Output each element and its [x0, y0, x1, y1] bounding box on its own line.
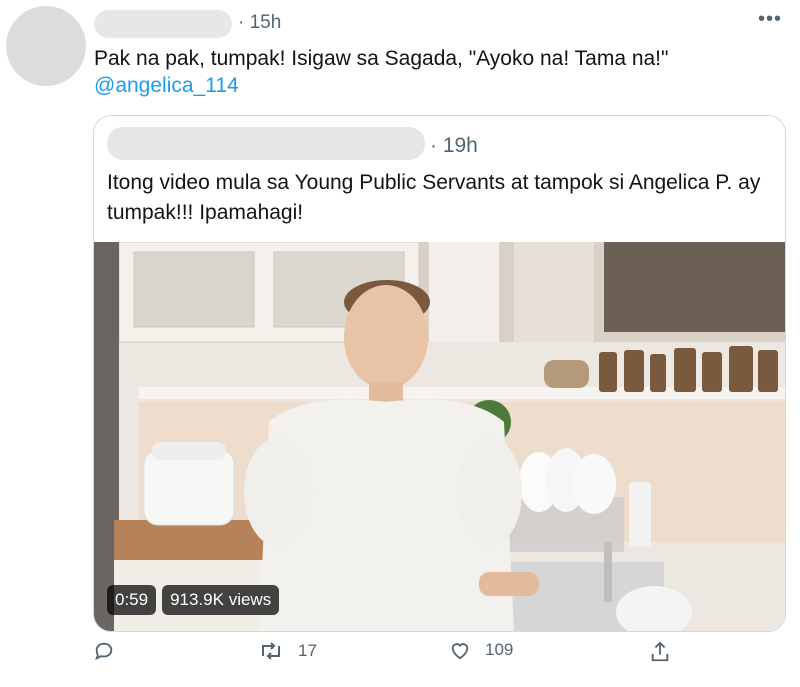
share-button[interactable]: [649, 640, 671, 664]
author-name-redacted[interactable]: [94, 10, 232, 38]
like-count: 109: [485, 640, 514, 659]
video-duration: 0:59: [107, 585, 157, 615]
retweet-count: 17: [298, 641, 317, 660]
video-thumbnail: [94, 242, 785, 631]
tweet-text: Pak na pak, tumpak! Isigaw sa Sagada, "A…: [94, 47, 669, 70]
tweet-timestamp[interactable]: · 15h: [238, 12, 281, 34]
like-button[interactable]: 109: [449, 640, 513, 660]
video-stats-badge: 0:59 913.9K views: [107, 585, 280, 615]
reply-icon: [95, 642, 113, 661]
quoted-tweet-text: Itong video mula sa Young Public Servant…: [107, 171, 761, 224]
quoted-author-name-redacted[interactable]: [107, 127, 425, 160]
mention-link[interactable]: @angelica_114: [94, 74, 239, 98]
video-player[interactable]: 0:59 913.9K views: [94, 242, 785, 631]
quoted-timestamp[interactable]: · 19h: [430, 134, 478, 158]
retweet-icon: [262, 642, 280, 660]
share-icon: [651, 641, 669, 662]
tweet-actions: 17 109: [0, 640, 800, 686]
heart-icon: [451, 643, 469, 660]
reply-button[interactable]: [93, 640, 115, 662]
more-icon[interactable]: •••: [758, 8, 782, 31]
video-views: 913.9K views: [162, 585, 280, 615]
retweet-button[interactable]: 17: [258, 640, 317, 662]
avatar[interactable]: [6, 6, 86, 86]
quoted-tweet[interactable]: · 19h Itong video mula sa Young Public S…: [93, 115, 786, 632]
